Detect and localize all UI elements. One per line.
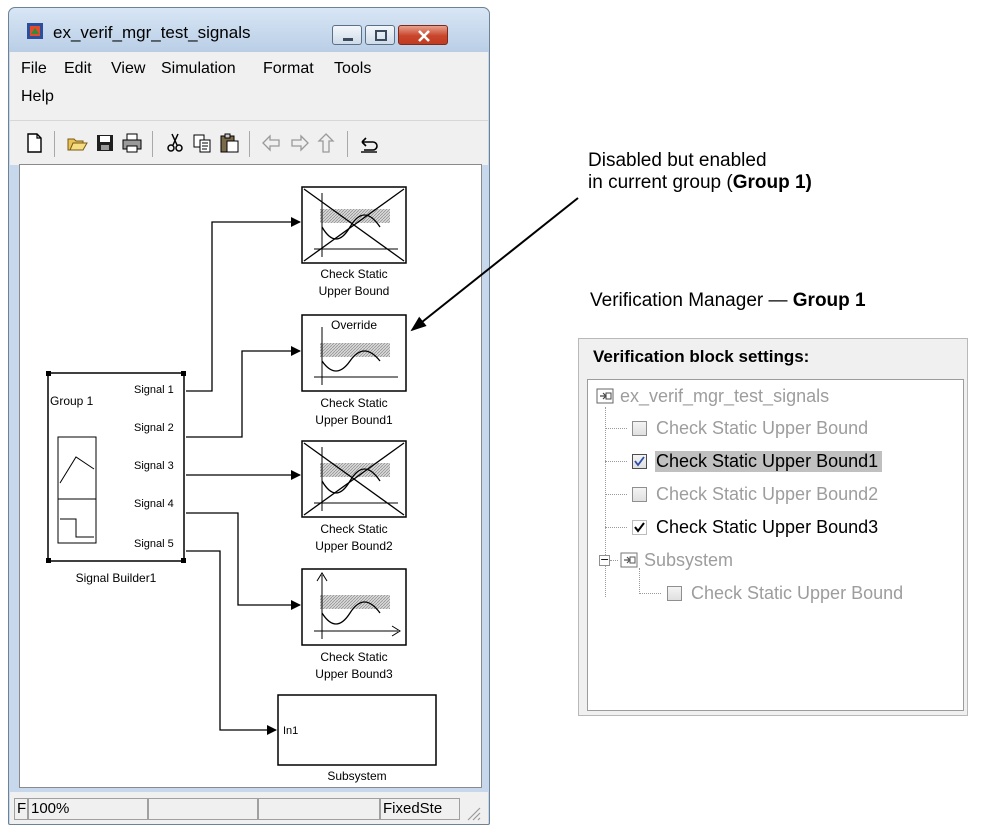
checkmark-icon <box>634 522 645 533</box>
tree-item-upper-bound3[interactable]: Check Static Upper Bound3 <box>656 517 878 538</box>
verification-manager-panel: Verification block settings: ex_verif_mg… <box>578 338 968 716</box>
panel-caption: Verification Manager — Group 1 <box>590 290 866 312</box>
checkmark-icon <box>634 456 645 467</box>
tree-line <box>605 428 627 429</box>
verification-tree[interactable]: ex_verif_mgr_test_signals Check Static U… <box>587 379 964 711</box>
tree-item-subsystem-upper-bound[interactable]: Check Static Upper Bound <box>691 583 903 604</box>
panel-caption-text: Verification Manager — <box>590 290 793 311</box>
checkbox-upper-bound3[interactable] <box>632 520 647 535</box>
subsystem-block-icon <box>620 552 638 568</box>
tree-item-upper-bound[interactable]: Check Static Upper Bound <box>656 418 868 439</box>
collapse-toggle[interactable]: − <box>599 554 610 566</box>
tree-line <box>639 593 661 594</box>
checkbox-upper-bound[interactable] <box>632 421 647 436</box>
tree-line <box>605 527 627 528</box>
tree-line <box>605 407 606 597</box>
model-block-icon <box>596 388 614 404</box>
verification-settings-header: Verification block settings: <box>593 347 810 366</box>
tree-line <box>605 494 627 495</box>
tree-line <box>610 560 618 561</box>
tree-root-label[interactable]: ex_verif_mgr_test_signals <box>620 386 829 407</box>
checkbox-upper-bound2[interactable] <box>632 487 647 502</box>
tree-subsystem-label[interactable]: Subsystem <box>644 550 733 571</box>
checkbox-subsystem-upper-bound[interactable] <box>667 586 682 601</box>
tree-item-upper-bound2[interactable]: Check Static Upper Bound2 <box>656 484 878 505</box>
tree-line <box>605 461 627 462</box>
panel-caption-bold: Group 1 <box>792 290 866 311</box>
tree-line <box>639 568 640 594</box>
tree-item-upper-bound1[interactable]: Check Static Upper Bound1 <box>655 451 883 472</box>
checkbox-upper-bound1[interactable] <box>632 454 647 469</box>
